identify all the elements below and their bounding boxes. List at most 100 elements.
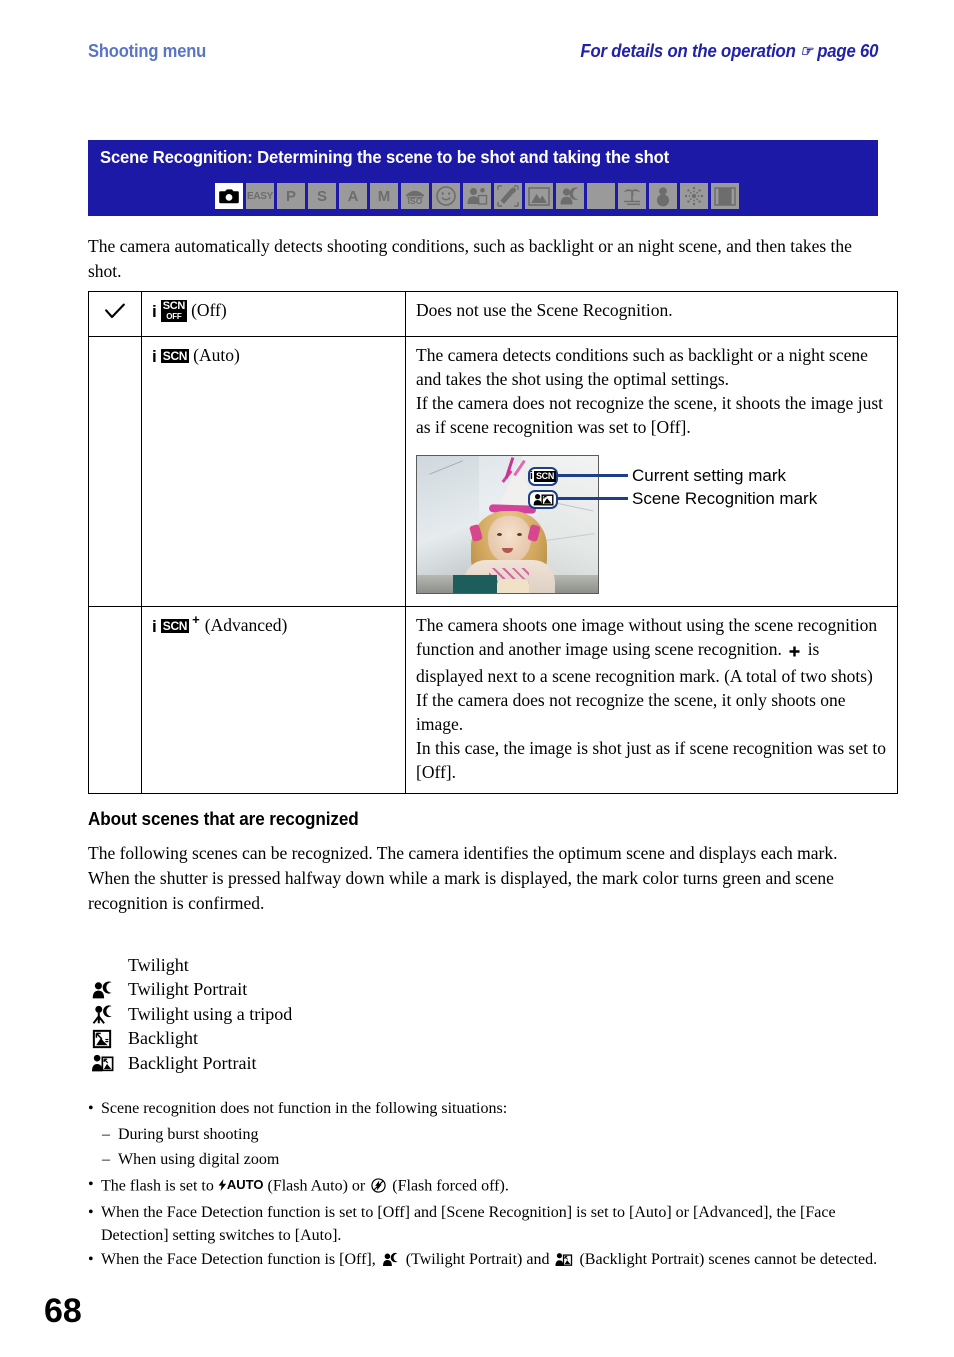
description-cell-advanced: The camera shoots one image without usin… [405, 606, 898, 794]
i-prefix-glyph: i [152, 616, 157, 636]
i-prefix-glyph: i [152, 301, 157, 321]
list-item: Twilight using a tripod [92, 1002, 562, 1027]
option-label-off: i SCN OFF (Off) [152, 298, 395, 322]
list-item: Backlight Portrait [92, 1051, 562, 1076]
note-text: Scene recognition does not function in t… [101, 1100, 508, 1117]
photo-girl-eye [516, 532, 522, 536]
option-cell-off: i SCN OFF (Off) [141, 291, 406, 337]
option-cell-auto: i SCN (Auto) [141, 336, 406, 607]
intro-paragraph: The camera automatically detects shootin… [88, 236, 852, 281]
settings-table: i SCN OFF (Off) Does not use the Scene R… [88, 291, 898, 794]
mode-twilight [587, 183, 615, 209]
option-name-off: (Off) [191, 300, 227, 320]
mode-underwater [494, 183, 522, 209]
twilight-portrait-icon [92, 980, 126, 1000]
mode-smile-shutter [432, 183, 460, 209]
note-text: When using digital zoom [118, 1151, 280, 1168]
description-text-advanced-part2: is displayed next to a scene recognition… [416, 639, 886, 782]
bullet-icon: • [88, 1204, 94, 1222]
moon-icon [92, 955, 126, 975]
bullet-icon: • [88, 1251, 94, 1269]
note-item: • When the Face Detection function is [O… [88, 1249, 880, 1275]
scn-icon-top-text: SCN [162, 619, 188, 633]
checkmark-icon [105, 303, 125, 327]
note-item: • The flash is set to AUTO (Flash Auto) … [88, 1174, 880, 1201]
option-name-advanced: (Advanced) [204, 615, 288, 635]
option-name-auto: (Auto) [193, 345, 240, 365]
running-head-reference-page: page 60 [816, 40, 878, 61]
backlight-portrait-icon [92, 1053, 126, 1073]
default-setting-check-cell [88, 291, 142, 337]
table-row: i SCN OFF (Off) Does not use the Scene R… [88, 291, 898, 337]
callout-current-setting-mark: Current setting mark [632, 466, 786, 485]
scn-off-icon: SCN OFF [160, 300, 188, 322]
running-head-reference: For details on the operation ☞ page 60 [580, 41, 878, 62]
mode-landscape [525, 183, 553, 209]
list-item: Backlight [92, 1027, 562, 1052]
note-text: (Flash forced off). [392, 1176, 509, 1194]
callout-leader-line [557, 497, 628, 500]
default-setting-check-cell-empty [88, 606, 142, 794]
callout-scene-recognition-mark: Scene Recognition mark [632, 489, 818, 508]
dash-icon: – [102, 1125, 110, 1143]
current-setting-mark: i SCN [528, 467, 558, 486]
backlight-portrait-icon [555, 1252, 573, 1275]
photo-girl-face [487, 516, 532, 563]
callout-leader-line [557, 474, 628, 477]
mode-easy: EASY [246, 183, 274, 209]
photo-cake [496, 579, 530, 593]
scn-icon-top-text: SCN [162, 349, 188, 363]
note-text: (Twilight Portrait) and [405, 1251, 550, 1269]
mode-movie [711, 183, 739, 209]
scene-label: Twilight Portrait [128, 979, 248, 1000]
running-head: Shooting menu For details on the operati… [88, 36, 878, 66]
mode-snow [649, 183, 677, 209]
option-cell-advanced: i SCN + (Advanced) [141, 606, 406, 794]
note-subitem: – During burst shooting [88, 1124, 880, 1147]
dash-icon: – [102, 1151, 110, 1168]
note-text: When the Face Detection function is set … [101, 1204, 836, 1244]
page-number: 68 [44, 1292, 82, 1330]
note-text: When the Face Detection function is [Off… [101, 1251, 376, 1269]
subsection-heading: About scenes that are recognized [88, 809, 359, 829]
page-title: Scene Recognition: Determining the scene… [100, 147, 670, 167]
bullet-icon: • [88, 1175, 94, 1193]
description-cell-auto: The camera detects conditions such as ba… [405, 336, 898, 607]
option-label-auto: i SCN (Auto) [152, 343, 395, 367]
recognized-scene-list: Twilight Twilight Portrait Twilight usin… [92, 953, 562, 1076]
note-text: During burst shooting [118, 1125, 259, 1143]
photo-girl-eye [496, 532, 502, 536]
scene-label: Backlight [128, 1028, 198, 1049]
list-item: Twilight Portrait [92, 978, 562, 1003]
osd-scn-badge: SCN [533, 471, 557, 482]
scene-label: Twilight using a tripod [128, 1003, 293, 1024]
mode-program: P [277, 183, 305, 209]
flash-auto-icon: AUTO [218, 1174, 263, 1197]
photo-foreground-object [453, 575, 497, 593]
note-text: (Backlight Portrait) scenes cannot be de… [579, 1251, 878, 1269]
i-prefix-glyph: i [152, 346, 157, 366]
pointing-hand-icon: ☞ [799, 42, 813, 60]
scn-advanced-icon: SCN [160, 619, 190, 633]
scene-label: Backlight Portrait [128, 1052, 257, 1073]
section-title-band: Scene Recognition: Determining the scene… [88, 140, 878, 216]
plus-superscript: + [192, 612, 200, 627]
scn-icon-bottom-text: OFF [166, 311, 182, 321]
scene-recognition-mark [528, 490, 558, 509]
mode-high-sensitivity: ISO [401, 183, 429, 209]
mode-fireworks [680, 183, 708, 209]
mode-twilight-portrait [556, 183, 584, 209]
option-label-advanced: i SCN + (Advanced) [152, 612, 395, 637]
note-text: The flash is set to [101, 1176, 214, 1194]
default-setting-check-cell-empty [88, 336, 142, 607]
flash-off-icon [371, 1178, 386, 1201]
scn-auto-icon: SCN [160, 349, 190, 363]
photo-figure: i SCN Current setting mark Scene Recogni… [416, 455, 887, 597]
table-row: i SCN + (Advanced) The camera shoots one… [88, 606, 898, 794]
running-head-section: Shooting menu [88, 40, 207, 61]
twilight-portrait-icon [382, 1252, 400, 1275]
mode-soft-snap [463, 183, 491, 209]
running-head-reference-text: For details on the operation [580, 40, 796, 61]
mode-manual: M [370, 183, 398, 209]
plus-mark-icon [788, 640, 801, 664]
